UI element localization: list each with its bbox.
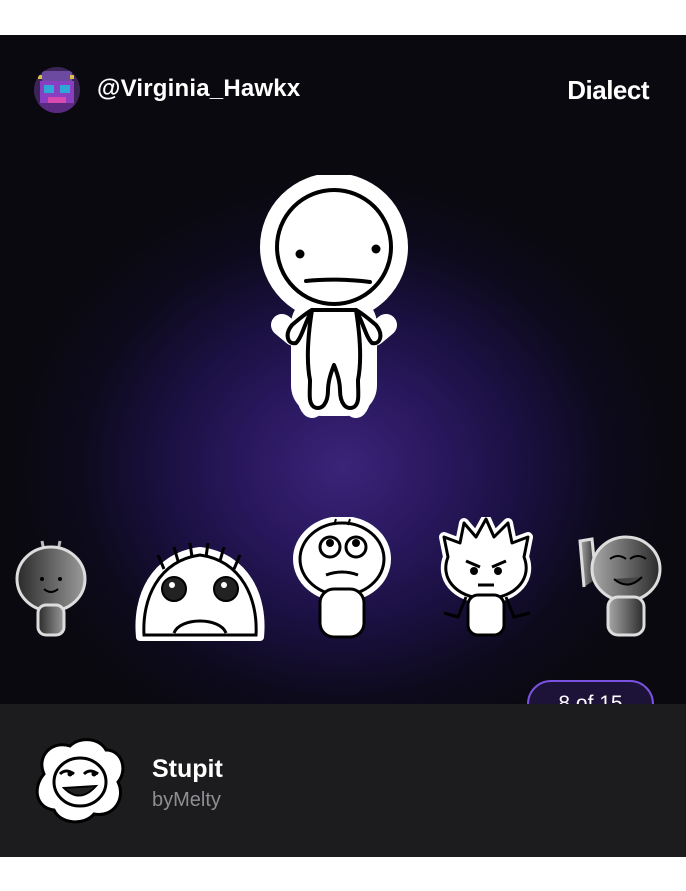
carousel-sticker-antenna-smile[interactable] [14,535,90,639]
carousel-sticker-worried-blob[interactable] [134,537,266,643]
user-avatar[interactable] [34,67,80,113]
sticker-stage [0,147,686,705]
pack-name[interactable]: Stupit [152,755,223,784]
carousel-sticker-eyes-up[interactable] [290,517,394,641]
sticker-viewer-card: @Virginia_Hawkx Dialect Stupit byMelty [0,35,686,857]
header: @Virginia_Hawkx Dialect [0,35,686,147]
brand-logo: Dialect [567,75,649,105]
username[interactable]: @Virginia_Hawkx [97,75,300,103]
pack-info-bar[interactable]: Stupit byMelty [0,704,686,857]
carousel-sticker-waving-smirk[interactable] [574,527,666,639]
carousel-sticker-angry-spiky[interactable] [434,517,538,641]
pack-thumbnail[interactable] [30,734,128,826]
featured-sticker[interactable] [244,175,424,427]
pack-author[interactable]: byMelty [152,789,221,812]
